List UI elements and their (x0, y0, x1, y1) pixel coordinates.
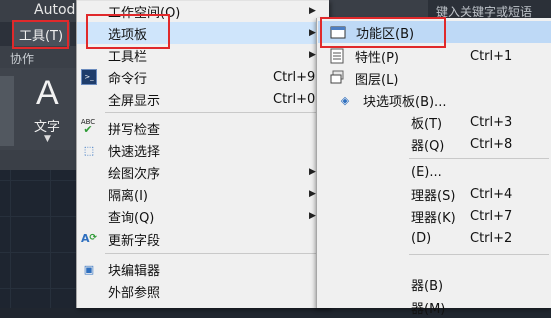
menu-item-label: 拼写检查 (108, 122, 161, 138)
menu-item-label: 隔离(I) (108, 188, 148, 204)
menu-separator (409, 254, 549, 255)
text-button-label[interactable]: 文字 (34, 116, 60, 135)
menu-item-label: 图层(L) (355, 72, 399, 88)
menu-item-shortcut: Ctrl+4 (470, 186, 513, 202)
menu-item-label: 块选项板(B)... (363, 94, 447, 110)
menu-item-label: 特性(P) (355, 50, 399, 66)
abc-check-icon: ABC ✔ (80, 118, 96, 136)
block-palette-icon: ◈ (340, 93, 350, 107)
menu-item-update-fields[interactable]: A ⟳ 更新字段 (77, 228, 329, 250)
menu-item-spelling[interactable]: ABC ✔ 拼写检查 (77, 117, 329, 139)
submenu-arrow-icon: ▶ (309, 211, 316, 221)
menu-item-label: 块编辑器 (108, 263, 161, 279)
submenu-arrow-icon: ▶ (309, 189, 316, 199)
menu-item-label: 器(B) (411, 278, 444, 294)
menu-separator (105, 253, 325, 254)
annotation-box-tools (12, 20, 69, 49)
menu-item-label: (D) (411, 230, 432, 246)
app-title: Autod (34, 2, 76, 18)
menu-item-label: 绘图次序 (108, 166, 161, 182)
command-line-icon: >_ (81, 69, 97, 85)
menu-item-palettes-b[interactable]: 器(B) (317, 273, 551, 295)
submenu-arrow-icon: ▶ (309, 167, 316, 177)
menu-item-shortcut: Ctrl+8 (470, 136, 513, 152)
submenu-arrow-icon: ▶ (309, 50, 316, 60)
menu-item-block-editor[interactable]: ▣ 块编辑器 (77, 258, 329, 280)
menu-item-label: 外部参照 (108, 285, 161, 301)
ribbon-left-tool[interactable] (0, 76, 14, 146)
text-icon: A (36, 74, 59, 112)
menu-item-shortcut: Ctrl+0 (273, 91, 316, 107)
menu-item-quick-select[interactable]: ⬚ 快速选择 (77, 139, 329, 161)
menu-item-shortcut: Ctrl+3 (470, 114, 513, 130)
menu-item-palettes-q[interactable]: 器(Q) Ctrl+8 (317, 133, 551, 155)
layers-icon (329, 70, 345, 86)
submenu-arrow-icon: ▶ (309, 28, 316, 38)
block-editor-icon: ▣ (83, 262, 95, 276)
annotation-box-palettes (86, 14, 170, 49)
menu-item-layers[interactable]: 图层(L) (317, 67, 551, 89)
menu-item-label: 板(T) (411, 116, 443, 132)
menu-item-palettes-s[interactable]: 理器(S) Ctrl+4 (317, 183, 551, 205)
menu-item-label: 快速选择 (108, 144, 161, 160)
menu-separator (105, 112, 325, 113)
menu-item-clean-screen[interactable]: 全屏显示 Ctrl+0 (77, 88, 329, 110)
annotation-box-ribbon (320, 17, 446, 48)
chevron-down-icon[interactable]: ▼ (44, 134, 51, 144)
menu-item-isolate[interactable]: 隔离(I) ▶ (77, 183, 329, 205)
menu-item-properties[interactable]: 特性(P) Ctrl+1 (317, 45, 551, 67)
menu-item-label: 查询(Q) (108, 210, 155, 226)
menu-item-label: 器(Q) (411, 138, 445, 154)
menu-item-label: 理器(K) (411, 210, 456, 226)
submenu-arrow-icon: ▶ (309, 6, 316, 16)
menu-item-shortcut: Ctrl+1 (470, 48, 513, 64)
quick-select-icon: ⬚ (83, 143, 95, 157)
menu-item-label: 理器(S) (411, 188, 456, 204)
menu-item-label: (E)... (411, 164, 442, 180)
menu-item-block-palette[interactable]: ◈ 块选项板(B)... (317, 89, 551, 111)
menu-item-palettes-d[interactable]: (D) Ctrl+2 (317, 227, 551, 249)
menu-item-xref[interactable]: 外部参照 (77, 280, 329, 302)
menu-item-shortcut: Ctrl+7 (470, 208, 513, 224)
menu-separator (409, 158, 549, 159)
menu-item-draw-order[interactable]: 绘图次序 ▶ (77, 161, 329, 183)
menu-item-label: 器(M) (411, 301, 446, 317)
menu-item-palettes-m[interactable]: 器(M) (317, 296, 551, 318)
palettes-submenu: 功能区(B) 特性(P) Ctrl+1 图层(L) ◈ 块选项板(B)... 板… (316, 18, 551, 317)
menu-item-command-line[interactable]: >_ 命令行 Ctrl+9 (77, 66, 329, 88)
menu-item-label: 全屏显示 (108, 93, 161, 109)
menu-item-inquiry[interactable]: 查询(Q) ▶ (77, 205, 329, 227)
menu-item-label: 命令行 (108, 71, 148, 87)
update-field-icon: A ⟳ (80, 231, 98, 245)
ribbon-tab-collaborate[interactable]: 协作 (10, 50, 34, 67)
menu-item-palettes-e[interactable]: (E)... (317, 161, 551, 183)
menu-item-label: 更新字段 (108, 233, 161, 249)
menu-item-shortcut: Ctrl+9 (273, 69, 316, 85)
menu-item-shortcut: Ctrl+2 (470, 230, 513, 246)
menu-item-palettes-t[interactable]: 板(T) Ctrl+3 (317, 111, 551, 133)
properties-list-icon (329, 48, 345, 64)
menu-item-palettes-k[interactable]: 理器(K) Ctrl+7 (317, 205, 551, 227)
